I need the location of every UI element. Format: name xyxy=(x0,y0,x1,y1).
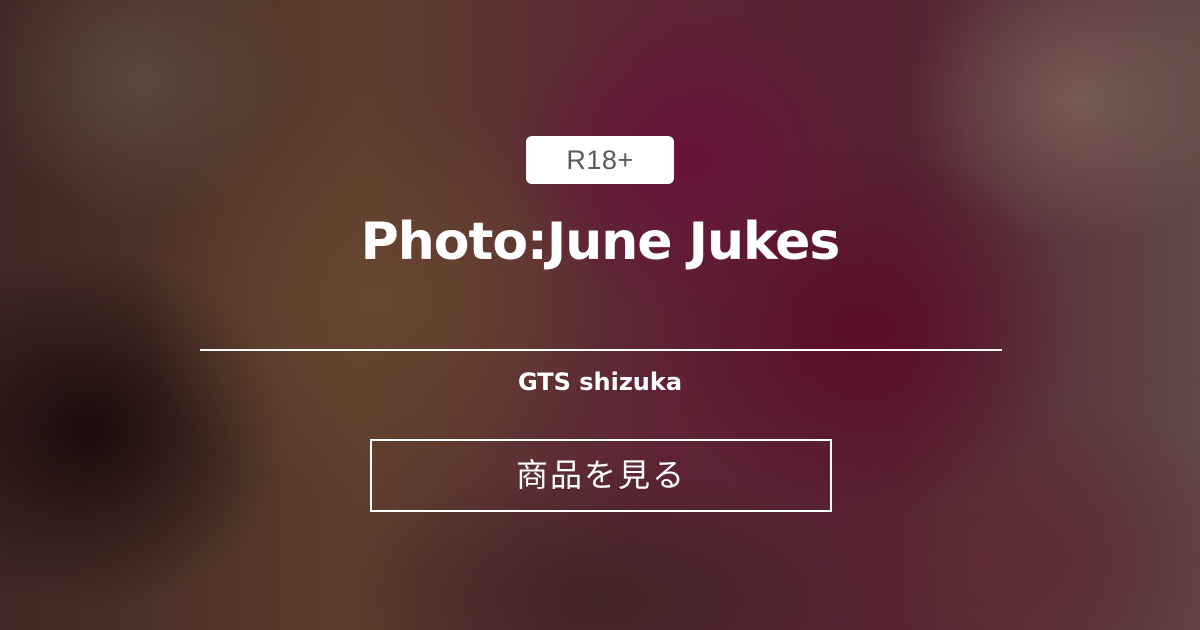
share-card: R18+ Photo:June Jukes GTS shizuka 商品を見る xyxy=(0,0,1200,630)
author-name: GTS shizuka xyxy=(517,368,683,396)
age-rating-badge: R18+ xyxy=(526,136,674,184)
card-content: R18+ Photo:June Jukes GTS shizuka 商品を見る xyxy=(0,0,1200,630)
title-divider xyxy=(200,349,1002,351)
view-product-button[interactable]: 商品を見る xyxy=(370,439,832,512)
product-title: Photo:June Jukes xyxy=(360,212,841,272)
